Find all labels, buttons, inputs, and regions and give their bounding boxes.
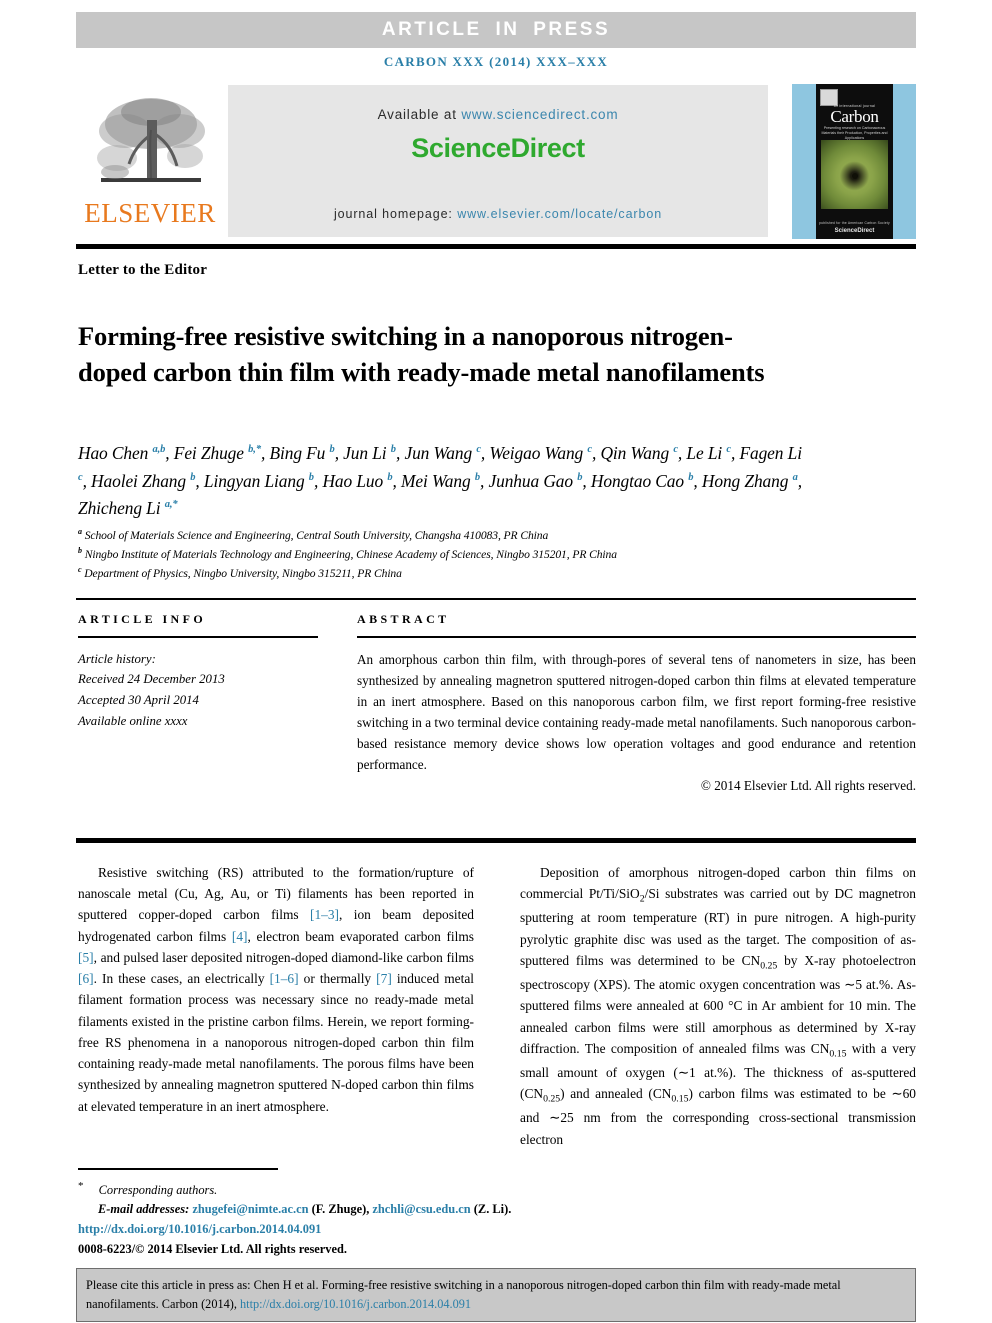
affiliation-mark: b bbox=[78, 546, 82, 556]
journal-cover-thumbnail: an international journal Carbon Presenti… bbox=[792, 84, 916, 239]
abstract-bottom-rule bbox=[76, 838, 916, 843]
email-li-owner: (Z. Li). bbox=[473, 1201, 512, 1216]
journal-running-head: CARBON XXX (2014) XXX–XXX bbox=[76, 53, 916, 71]
available-at-prefix: Available at bbox=[377, 107, 457, 122]
journal-masthead: ELSEVIER Available at www.sciencedirect.… bbox=[76, 84, 916, 239]
asterisk-icon: * bbox=[78, 1180, 84, 1192]
article-page: ARTICLE IN PRESS CARBON XXX (2014) XXX–X… bbox=[0, 0, 992, 1323]
elsevier-tree-icon bbox=[97, 98, 205, 182]
article-history: Article history: Received 24 December 20… bbox=[78, 649, 318, 732]
journal-homepage-line: journal homepage: www.elsevier.com/locat… bbox=[228, 207, 768, 221]
article-in-press-label: ARTICLE IN PRESS bbox=[381, 19, 611, 40]
article-info-heading: ARTICLE INFO bbox=[78, 612, 207, 626]
affiliation-mark: c bbox=[78, 564, 82, 574]
email-addresses-label: E-mail addresses: bbox=[98, 1201, 190, 1216]
email-zhuge-owner: (F. Zhuge), bbox=[311, 1201, 370, 1216]
cite-this-article-box: Please cite this article in press as: Ch… bbox=[76, 1268, 916, 1323]
corresponding-author-note: * Corresponding authors. bbox=[78, 1178, 598, 1200]
email-li[interactable]: zhchli@csu.edu.cn bbox=[372, 1202, 470, 1216]
cover-bottom-note: published for the American Carbon Societ… bbox=[819, 221, 890, 225]
issn-copyright-line: 0008-6223/© 2014 Elsevier Ltd. All right… bbox=[78, 1241, 347, 1256]
affiliation-item: a School of Materials Science and Engine… bbox=[78, 527, 878, 546]
affiliation-item: b Ningbo Institute of Materials Technolo… bbox=[78, 546, 878, 565]
abstract-heading: ABSTRACT bbox=[357, 612, 450, 626]
cite-this-article-doi-link[interactable]: http://dx.doi.org/10.1016/j.carbon.2014.… bbox=[240, 1297, 471, 1311]
abstract-heading-rule bbox=[357, 636, 916, 638]
received-date: Received 24 December 2013 bbox=[78, 672, 225, 687]
cite-this-article-text-wrap: Please cite this article in press as: Ch… bbox=[86, 1276, 906, 1314]
sciencedirect-logo: ScienceDirect bbox=[411, 133, 585, 163]
sciencedirect-panel: Available at www.sciencedirect.com Scien… bbox=[228, 85, 768, 237]
cover-photo-image bbox=[821, 140, 888, 209]
footnote-block: * Corresponding authors. E-mail addresse… bbox=[78, 1178, 598, 1259]
accepted-date: Accepted 30 April 2014 bbox=[78, 692, 199, 707]
elsevier-logo: ELSEVIER bbox=[76, 84, 224, 239]
footnote-rule bbox=[78, 1168, 278, 1170]
corresponding-author-text: Corresponding authors. bbox=[98, 1183, 218, 1198]
body-paragraph: Resistive switching (RS) attributed to t… bbox=[78, 865, 474, 1114]
abstract-top-rule bbox=[76, 598, 916, 600]
masthead-bottom-rule bbox=[76, 244, 916, 249]
available-online-date: Available online xxxx bbox=[78, 713, 188, 728]
journal-homepage-prefix: journal homepage: bbox=[333, 207, 453, 221]
article-info-heading-rule bbox=[78, 636, 318, 638]
affiliation-mark: a bbox=[78, 527, 82, 537]
body-paragraph: Deposition of amorphous nitrogen-doped c… bbox=[520, 865, 916, 1147]
sciencedirect-url[interactable]: www.sciencedirect.com bbox=[461, 107, 618, 122]
abstract-text: An amorphous carbon thin film, with thro… bbox=[357, 651, 916, 773]
affiliation-list: a School of Materials Science and Engine… bbox=[78, 527, 878, 584]
journal-cover-art: an international journal Carbon Presenti… bbox=[816, 84, 893, 239]
body-column-left: Resistive switching (RS) attributed to t… bbox=[78, 862, 474, 1117]
body-column-right: Deposition of amorphous nitrogen-doped c… bbox=[520, 862, 916, 1150]
available-at-line: Available at www.sciencedirect.com bbox=[228, 107, 768, 122]
journal-homepage-url[interactable]: www.elsevier.com/locate/carbon bbox=[457, 207, 662, 221]
article-info-section: ARTICLE INFO Article history: Received 2… bbox=[78, 612, 318, 731]
article-type-label: Letter to the Editor bbox=[78, 262, 208, 278]
cover-brand-label: ScienceDirect bbox=[834, 228, 875, 234]
affiliation-text: Department of Physics, Ningbo University… bbox=[84, 566, 402, 580]
affiliation-text: Ningbo Institute of Materials Technology… bbox=[84, 547, 617, 561]
email-zhuge[interactable]: zhugefei@nimte.ac.cn bbox=[192, 1202, 308, 1216]
elsevier-wordmark: ELSEVIER bbox=[84, 198, 216, 228]
article-in-press-banner: ARTICLE IN PRESS bbox=[76, 12, 916, 48]
cover-journal-title: Carbon bbox=[830, 107, 879, 126]
author-list: Hao Chen a,b, Fei Zhuge b,*, Bing Fu b, … bbox=[78, 443, 803, 518]
abstract-copyright: © 2014 Elsevier Ltd. All rights reserved… bbox=[700, 778, 916, 794]
article-history-label: Article history: bbox=[78, 651, 156, 666]
page-title: Forming-free resistive switching in a na… bbox=[78, 320, 765, 388]
doi-link[interactable]: http://dx.doi.org/10.1016/j.carbon.2014.… bbox=[78, 1220, 598, 1239]
abstract-section: ABSTRACT An amorphous carbon thin film, … bbox=[357, 612, 916, 794]
journal-citation-line: CARBON XXX (2014) XXX–XXX bbox=[383, 54, 609, 69]
affiliation-text: School of Materials Science and Engineer… bbox=[84, 529, 549, 542]
affiliation-item: c Department of Physics, Ningbo Universi… bbox=[78, 565, 878, 584]
email-addresses-line: E-mail addresses: zhugefei@nimte.ac.cn (… bbox=[78, 1200, 598, 1219]
